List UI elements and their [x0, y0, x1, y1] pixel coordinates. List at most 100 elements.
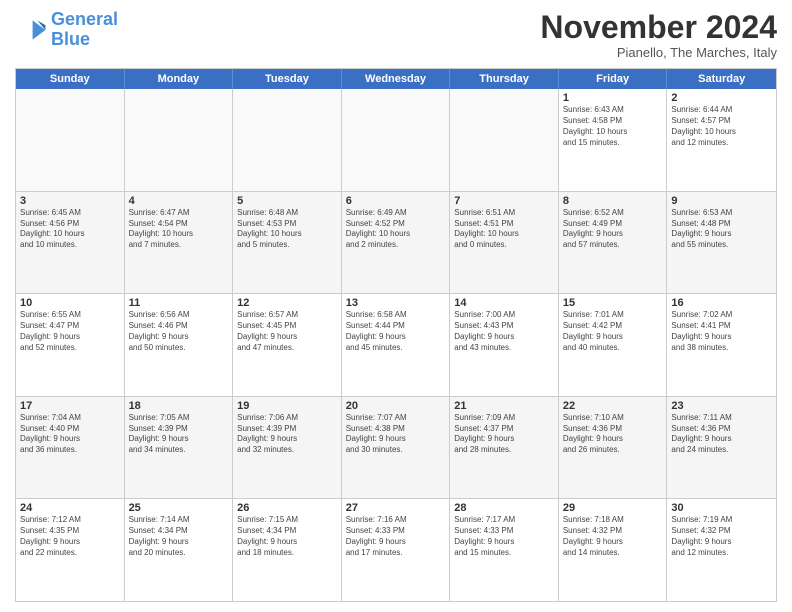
- day-info: Sunrise: 7:12 AM Sunset: 4:35 PM Dayligh…: [20, 515, 120, 558]
- title-block: November 2024 Pianello, The Marches, Ita…: [540, 10, 777, 60]
- day-number: 28: [454, 502, 554, 514]
- day-cell-18: 18Sunrise: 7:05 AM Sunset: 4:39 PM Dayli…: [125, 397, 234, 499]
- day-number: 27: [346, 502, 446, 514]
- header-day-monday: Monday: [125, 69, 234, 89]
- calendar-row-0: 1Sunrise: 6:43 AM Sunset: 4:58 PM Daylig…: [16, 89, 776, 191]
- header-day-friday: Friday: [559, 69, 668, 89]
- day-info: Sunrise: 6:57 AM Sunset: 4:45 PM Dayligh…: [237, 310, 337, 353]
- day-number: 7: [454, 195, 554, 207]
- header-day-saturday: Saturday: [667, 69, 776, 89]
- day-cell-1: 1Sunrise: 6:43 AM Sunset: 4:58 PM Daylig…: [559, 89, 668, 191]
- header-day-sunday: Sunday: [16, 69, 125, 89]
- day-number: 14: [454, 297, 554, 309]
- day-cell-19: 19Sunrise: 7:06 AM Sunset: 4:39 PM Dayli…: [233, 397, 342, 499]
- logo-icon: [15, 14, 47, 46]
- location: Pianello, The Marches, Italy: [540, 45, 777, 60]
- day-number: 5: [237, 195, 337, 207]
- empty-cell-0-4: [450, 89, 559, 191]
- day-number: 13: [346, 297, 446, 309]
- day-number: 25: [129, 502, 229, 514]
- day-info: Sunrise: 7:04 AM Sunset: 4:40 PM Dayligh…: [20, 413, 120, 456]
- day-info: Sunrise: 6:52 AM Sunset: 4:49 PM Dayligh…: [563, 208, 663, 251]
- day-number: 16: [671, 297, 772, 309]
- day-cell-3: 3Sunrise: 6:45 AM Sunset: 4:56 PM Daylig…: [16, 192, 125, 294]
- day-info: Sunrise: 7:02 AM Sunset: 4:41 PM Dayligh…: [671, 310, 772, 353]
- day-number: 11: [129, 297, 229, 309]
- day-number: 20: [346, 400, 446, 412]
- empty-cell-0-3: [342, 89, 451, 191]
- day-info: Sunrise: 7:05 AM Sunset: 4:39 PM Dayligh…: [129, 413, 229, 456]
- calendar-row-1: 3Sunrise: 6:45 AM Sunset: 4:56 PM Daylig…: [16, 191, 776, 294]
- day-info: Sunrise: 7:09 AM Sunset: 4:37 PM Dayligh…: [454, 413, 554, 456]
- calendar: SundayMondayTuesdayWednesdayThursdayFrid…: [15, 68, 777, 602]
- day-number: 9: [671, 195, 772, 207]
- day-cell-4: 4Sunrise: 6:47 AM Sunset: 4:54 PM Daylig…: [125, 192, 234, 294]
- day-info: Sunrise: 7:19 AM Sunset: 4:32 PM Dayligh…: [671, 515, 772, 558]
- day-cell-30: 30Sunrise: 7:19 AM Sunset: 4:32 PM Dayli…: [667, 499, 776, 601]
- day-number: 29: [563, 502, 663, 514]
- day-cell-22: 22Sunrise: 7:10 AM Sunset: 4:36 PM Dayli…: [559, 397, 668, 499]
- day-cell-17: 17Sunrise: 7:04 AM Sunset: 4:40 PM Dayli…: [16, 397, 125, 499]
- day-cell-29: 29Sunrise: 7:18 AM Sunset: 4:32 PM Dayli…: [559, 499, 668, 601]
- day-number: 12: [237, 297, 337, 309]
- day-cell-14: 14Sunrise: 7:00 AM Sunset: 4:43 PM Dayli…: [450, 294, 559, 396]
- empty-cell-0-1: [125, 89, 234, 191]
- logo-text: General Blue: [51, 10, 118, 50]
- day-cell-11: 11Sunrise: 6:56 AM Sunset: 4:46 PM Dayli…: [125, 294, 234, 396]
- day-number: 19: [237, 400, 337, 412]
- calendar-body: 1Sunrise: 6:43 AM Sunset: 4:58 PM Daylig…: [16, 89, 776, 601]
- month-title: November 2024: [540, 10, 777, 45]
- day-cell-7: 7Sunrise: 6:51 AM Sunset: 4:51 PM Daylig…: [450, 192, 559, 294]
- day-cell-23: 23Sunrise: 7:11 AM Sunset: 4:36 PM Dayli…: [667, 397, 776, 499]
- day-cell-2: 2Sunrise: 6:44 AM Sunset: 4:57 PM Daylig…: [667, 89, 776, 191]
- header-day-thursday: Thursday: [450, 69, 559, 89]
- day-info: Sunrise: 6:47 AM Sunset: 4:54 PM Dayligh…: [129, 208, 229, 251]
- day-info: Sunrise: 7:18 AM Sunset: 4:32 PM Dayligh…: [563, 515, 663, 558]
- calendar-row-3: 17Sunrise: 7:04 AM Sunset: 4:40 PM Dayli…: [16, 396, 776, 499]
- day-number: 24: [20, 502, 120, 514]
- day-number: 30: [671, 502, 772, 514]
- calendar-header: SundayMondayTuesdayWednesdayThursdayFrid…: [16, 69, 776, 89]
- day-cell-21: 21Sunrise: 7:09 AM Sunset: 4:37 PM Dayli…: [450, 397, 559, 499]
- day-info: Sunrise: 7:01 AM Sunset: 4:42 PM Dayligh…: [563, 310, 663, 353]
- day-info: Sunrise: 6:49 AM Sunset: 4:52 PM Dayligh…: [346, 208, 446, 251]
- day-cell-25: 25Sunrise: 7:14 AM Sunset: 4:34 PM Dayli…: [125, 499, 234, 601]
- day-number: 21: [454, 400, 554, 412]
- day-info: Sunrise: 6:53 AM Sunset: 4:48 PM Dayligh…: [671, 208, 772, 251]
- day-info: Sunrise: 7:17 AM Sunset: 4:33 PM Dayligh…: [454, 515, 554, 558]
- header: General Blue November 2024 Pianello, The…: [15, 10, 777, 60]
- day-info: Sunrise: 7:15 AM Sunset: 4:34 PM Dayligh…: [237, 515, 337, 558]
- day-cell-6: 6Sunrise: 6:49 AM Sunset: 4:52 PM Daylig…: [342, 192, 451, 294]
- day-number: 4: [129, 195, 229, 207]
- logo-line2: Blue: [51, 29, 90, 49]
- empty-cell-0-0: [16, 89, 125, 191]
- calendar-row-2: 10Sunrise: 6:55 AM Sunset: 4:47 PM Dayli…: [16, 293, 776, 396]
- day-number: 8: [563, 195, 663, 207]
- day-info: Sunrise: 6:48 AM Sunset: 4:53 PM Dayligh…: [237, 208, 337, 251]
- day-number: 22: [563, 400, 663, 412]
- day-number: 18: [129, 400, 229, 412]
- header-day-wednesday: Wednesday: [342, 69, 451, 89]
- day-number: 1: [563, 92, 663, 104]
- day-info: Sunrise: 6:55 AM Sunset: 4:47 PM Dayligh…: [20, 310, 120, 353]
- day-cell-5: 5Sunrise: 6:48 AM Sunset: 4:53 PM Daylig…: [233, 192, 342, 294]
- day-cell-24: 24Sunrise: 7:12 AM Sunset: 4:35 PM Dayli…: [16, 499, 125, 601]
- day-cell-16: 16Sunrise: 7:02 AM Sunset: 4:41 PM Dayli…: [667, 294, 776, 396]
- day-info: Sunrise: 6:45 AM Sunset: 4:56 PM Dayligh…: [20, 208, 120, 251]
- day-cell-26: 26Sunrise: 7:15 AM Sunset: 4:34 PM Dayli…: [233, 499, 342, 601]
- day-info: Sunrise: 7:10 AM Sunset: 4:36 PM Dayligh…: [563, 413, 663, 456]
- day-cell-13: 13Sunrise: 6:58 AM Sunset: 4:44 PM Dayli…: [342, 294, 451, 396]
- day-info: Sunrise: 7:16 AM Sunset: 4:33 PM Dayligh…: [346, 515, 446, 558]
- day-cell-9: 9Sunrise: 6:53 AM Sunset: 4:48 PM Daylig…: [667, 192, 776, 294]
- logo: General Blue: [15, 10, 118, 50]
- calendar-row-4: 24Sunrise: 7:12 AM Sunset: 4:35 PM Dayli…: [16, 498, 776, 601]
- day-info: Sunrise: 6:51 AM Sunset: 4:51 PM Dayligh…: [454, 208, 554, 251]
- day-cell-15: 15Sunrise: 7:01 AM Sunset: 4:42 PM Dayli…: [559, 294, 668, 396]
- day-cell-10: 10Sunrise: 6:55 AM Sunset: 4:47 PM Dayli…: [16, 294, 125, 396]
- day-number: 15: [563, 297, 663, 309]
- day-number: 2: [671, 92, 772, 104]
- page: General Blue November 2024 Pianello, The…: [0, 0, 792, 612]
- day-number: 23: [671, 400, 772, 412]
- day-info: Sunrise: 7:11 AM Sunset: 4:36 PM Dayligh…: [671, 413, 772, 456]
- day-info: Sunrise: 6:44 AM Sunset: 4:57 PM Dayligh…: [671, 105, 772, 148]
